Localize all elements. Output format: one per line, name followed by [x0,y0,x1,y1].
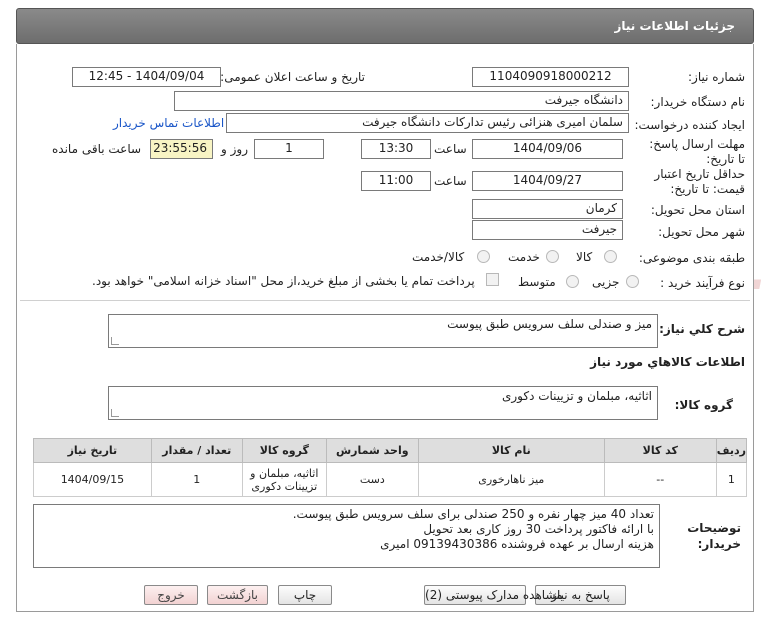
buyer-org-field: دانشگاه جیرفت [174,91,629,111]
col-header-name: نام کالا [417,438,605,463]
city-field: جیرفت [472,220,623,240]
treasury-payment-checkbox[interactable] [486,273,499,286]
goods-table: ردیف کد کالا نام کالا واحد شمارش گروه کا… [33,438,748,500]
buyer-notes-label: توضیحات خریدار: [687,521,741,551]
need-summary-text: میز و صندلی سلف سرویس طبق پیوست [447,317,652,331]
cell-name: میز ناهارخوری [417,462,605,497]
subject-option-goods-service: کالا/خدمت [412,250,465,264]
buyer-notes-line: تعداد 40 میز چهار نفره و 250 صندلی برای … [292,507,654,521]
requester-label: ایجاد کننده درخواست: [634,118,745,132]
purchase-option-minor: جزیی [592,275,620,289]
purchase-option-medium: متوسط [518,275,556,289]
province-field: کرمان [472,199,623,219]
resize-grip-icon[interactable] [111,337,119,345]
delivery-city-label: شهر محل تحویل: [658,225,745,239]
purchase-radio-medium[interactable] [566,275,579,288]
reply-time-field: 13:30 [361,139,431,159]
buyer-notes-line: هزینه ارسال بر عهده فروشنده 09139430386 … [380,537,654,551]
subject-radio-service[interactable] [546,250,559,263]
delivery-province-label: استان محل تحویل: [650,203,745,217]
col-header-code: کد کالا [603,438,717,463]
need-number-label: شماره نیاز: [688,70,745,84]
need-number-field: 1104090918000212 [472,67,629,87]
price-validity-label: حداقل تاریخ اعتبار قیمت: تا تاریخ: [654,167,745,196]
announce-datetime-label: تاریخ و ساعت اعلان عمومی: [220,70,365,84]
cell-row: 1 [715,462,748,497]
attachments-button[interactable]: مشاهده مدارک پیوستی (2) [424,585,563,605]
cell-qty: 1 [150,462,243,497]
exit-button[interactable]: خروج [144,585,198,605]
cell-group: اثاثیه، مبلمان و تزیینات دکوری [241,462,327,497]
purchase-radio-minor[interactable] [626,275,639,288]
time-left-field: 23:55:56 [150,139,213,159]
subject-radio-goods-service[interactable] [477,250,490,263]
validity-time-field: 11:00 [361,171,431,191]
purchase-type-label: نوع فرآیند خرید : [660,276,745,290]
need-summary-textarea[interactable]: میز و صندلی سلف سرویس طبق پیوست [108,314,658,348]
col-header-date: تاریخ نیاز [33,438,152,463]
cell-date: 1404/09/15 [33,462,152,497]
table-header-row: ردیف کد کالا نام کالا واحد شمارش گروه کا… [33,438,748,463]
page-title: جزئیات اطلاعات نیاز [614,19,735,33]
buyer-org-label: نام دستگاه خریدار: [650,95,746,109]
goods-group-textarea[interactable]: اثاثیه، مبلمان و تزیینات دکوری [108,386,658,420]
reply-hour-label: ساعت [434,142,467,156]
subject-option-service: خدمت [508,250,540,264]
buyer-contact-link[interactable]: اطلاعات تماس خریدار [113,116,224,130]
subject-option-goods: کالا [576,250,593,264]
col-header-qty: تعداد / مقدار [150,438,243,463]
validity-hour-label: ساعت [434,174,467,188]
print-button[interactable]: چاپ [278,585,332,605]
need-summary-label: شرح کلي نياز: [659,322,745,336]
days-left-field: 1 [254,139,324,159]
goods-group-label: گروه کالا: [674,398,733,412]
col-header-group: گروه کالا [241,438,327,463]
col-header-unit: واحد شمارش [325,438,419,463]
cell-unit: دست [325,462,419,497]
reply-date-field: 1404/09/06 [472,139,623,159]
time-left-label: ساعت باقی مانده [52,142,142,156]
announce-datetime-field: 1404/09/04 - 12:45 [72,67,221,87]
back-button[interactable]: بازگشت [207,585,268,605]
col-header-row: ردیف [715,438,748,463]
resize-grip-icon[interactable] [111,409,119,417]
panel-header: جزئیات اطلاعات نیاز [16,8,754,44]
validity-date-field: 1404/09/27 [472,171,623,191]
cell-code: -- [603,462,717,497]
reply-deadline-label: مهلت ارسال پاسخ: تا تاریخ: [649,137,745,166]
subject-class-label: طبقه بندی موضوعی: [638,251,745,265]
goods-info-heading: اطلاعات کالاهاي مورد نياز [590,355,745,369]
day-and-label: روز و [221,142,248,156]
subject-radio-goods[interactable] [604,250,617,263]
buyer-notes-textarea[interactable]: تعداد 40 میز چهار نفره و 250 صندلی برای … [33,504,660,568]
buyer-notes-line: با ارائه فاکتور پرداخت 30 روز کاری بعد ت… [423,522,654,536]
treasury-payment-note: پرداخت تمام یا بخشی از مبلغ خرید،از محل … [92,274,475,288]
divider [20,300,750,301]
goods-group-text: اثاثیه، مبلمان و تزیینات دکوری [501,389,652,403]
requester-field: سلمان امیری هنزائی رئیس تدارکات دانشگاه … [226,113,629,133]
table-row[interactable]: 1 -- میز ناهارخوری دست اثاثیه، مبلمان و … [33,462,748,497]
